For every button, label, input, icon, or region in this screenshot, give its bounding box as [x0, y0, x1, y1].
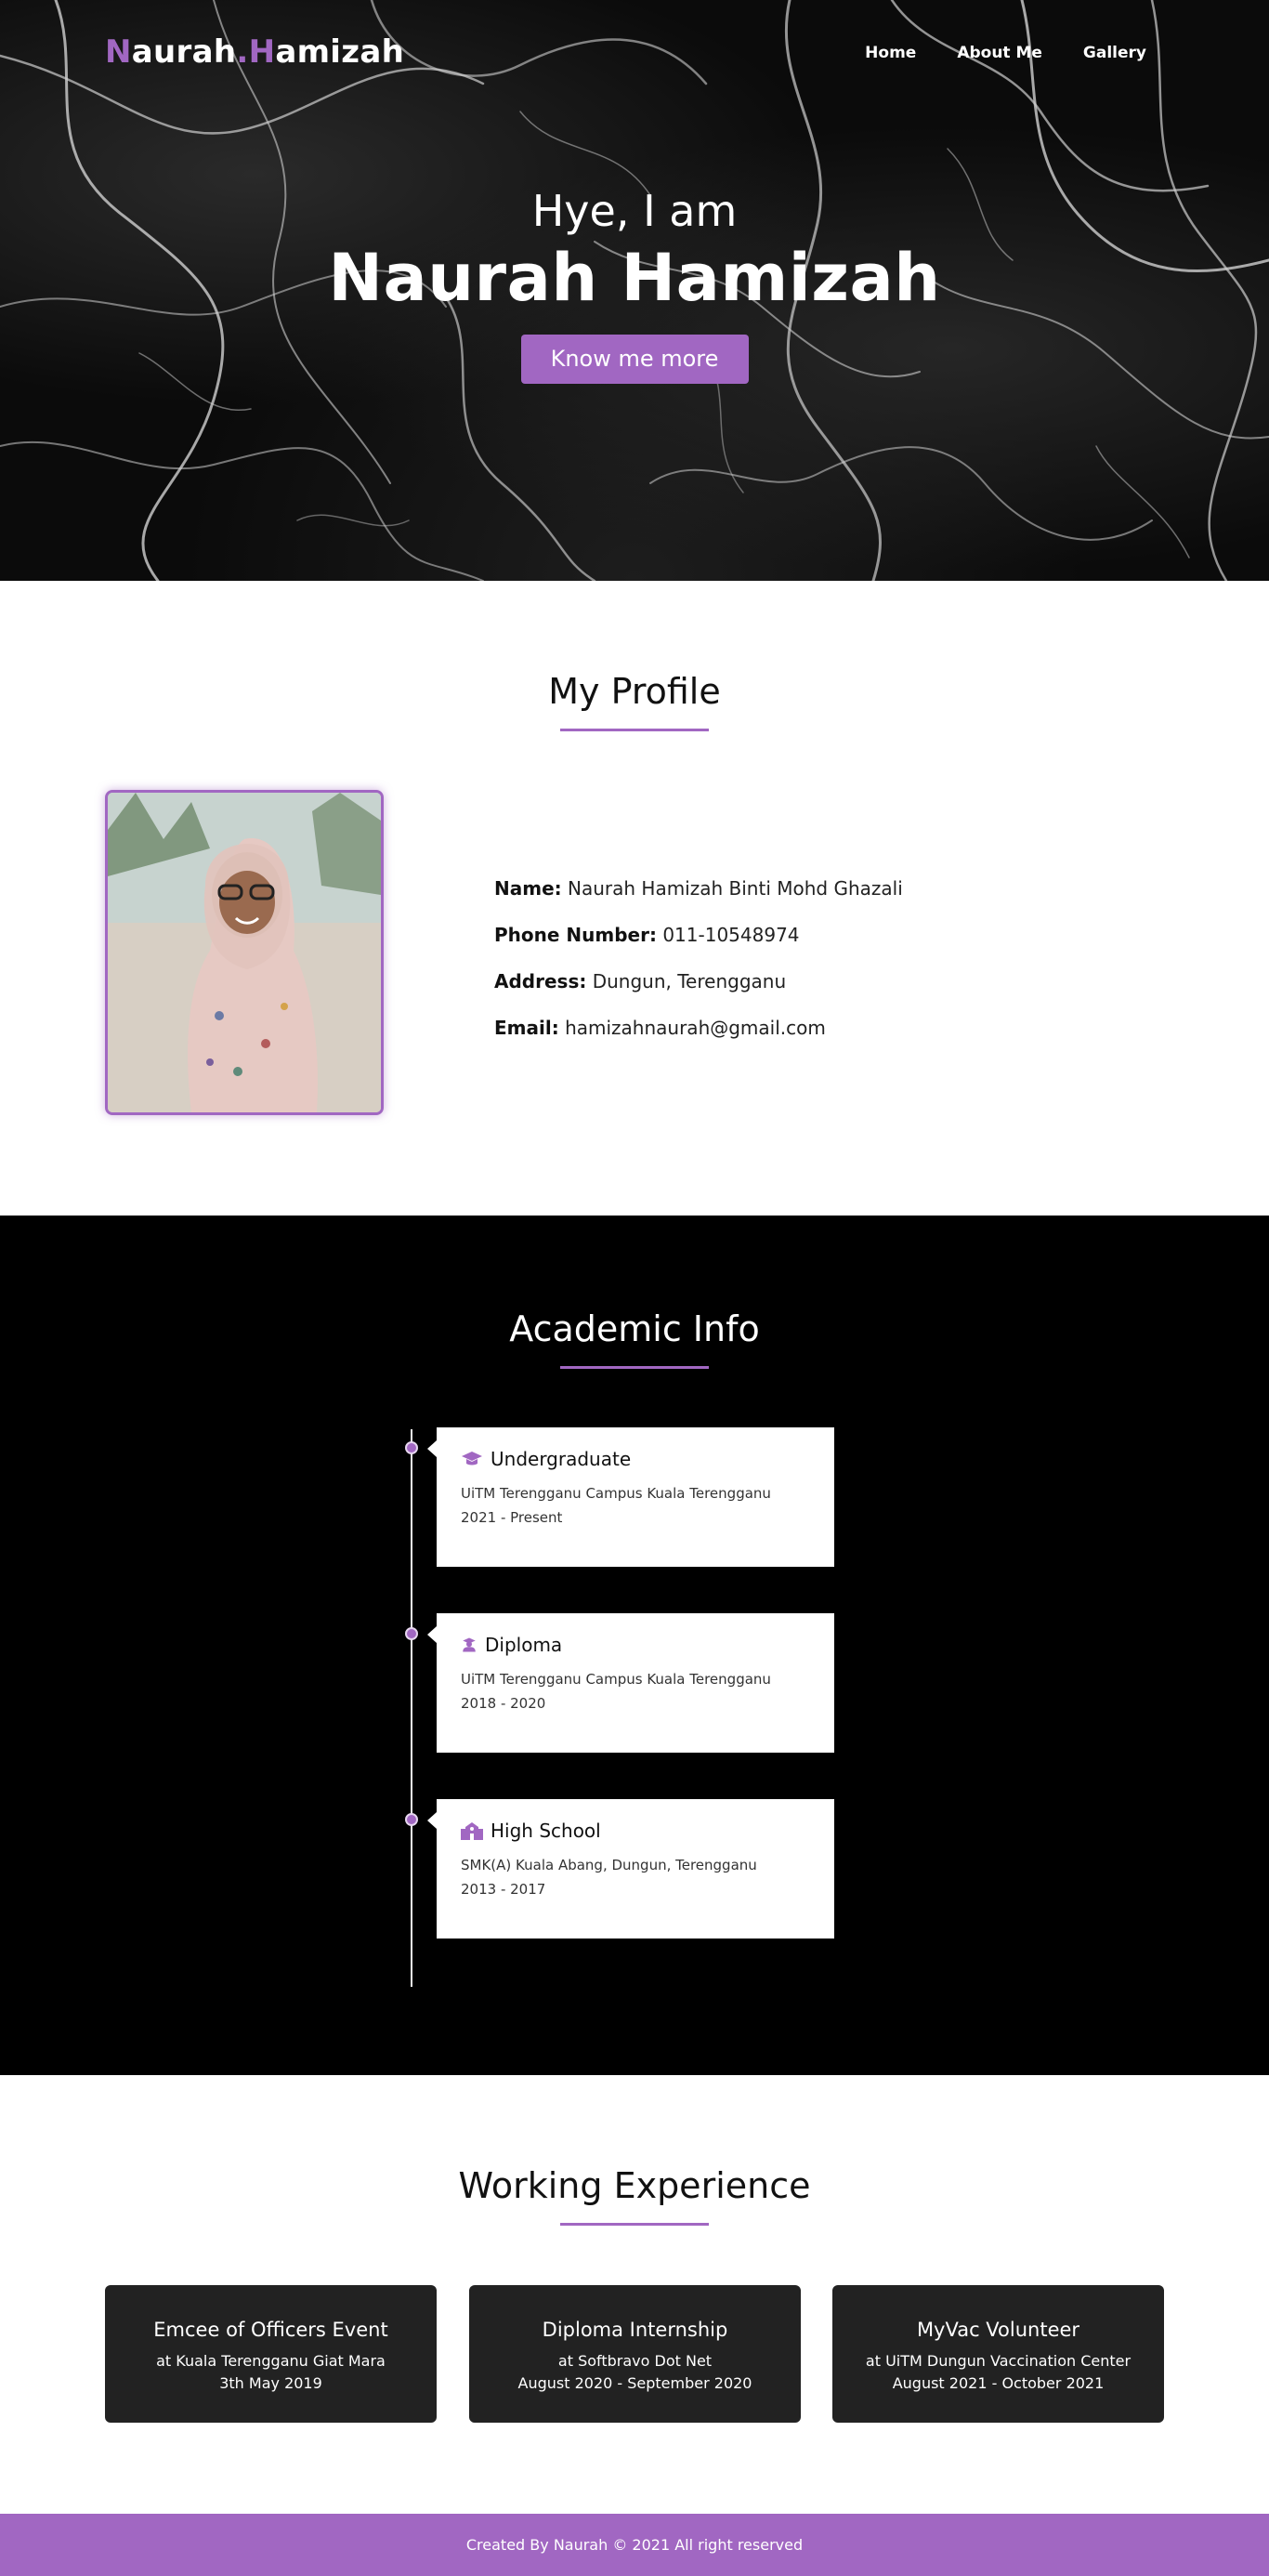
hero-section: Naurah.Hamizah Home About Me Gallery Hye… [0, 0, 1269, 581]
title-underline [560, 729, 709, 731]
work-card: Diploma Internship at Softbravo Dot Net … [469, 2285, 801, 2423]
navbar: Naurah.Hamizah Home About Me Gallery [0, 0, 1269, 112]
academic-card-title-text: Undergraduate [491, 1448, 632, 1470]
academic-card-years: 2021 - Present [461, 1509, 563, 1526]
work-card-date: 3th May 2019 [219, 2374, 322, 2392]
site-logo[interactable]: Naurah.Hamizah [105, 33, 404, 71]
nav-link-gallery[interactable]: Gallery [1083, 44, 1146, 62]
work-title: Working Experience [458, 2165, 811, 2206]
profile-section: My Profile Name: Naurah Hamizah Binti Mo… [0, 581, 1269, 1216]
profile-title: My Profile [548, 671, 721, 712]
work-card-title: Emcee of Officers Event [153, 2319, 388, 2341]
profile-email-label: Email: [494, 1017, 559, 1039]
logo-text-first: aurah [131, 33, 237, 71]
timeline-dot [405, 1813, 418, 1826]
logo-initial-h: H [248, 33, 276, 71]
work-card-place: at Kuala Terengganu Giat Mara [156, 2352, 386, 2370]
timeline-dot [405, 1441, 418, 1454]
profile-email-row: Email: hamizahnaurah@gmail.com [494, 1016, 903, 1040]
site-footer: Created By Naurah © 2021 All right reser… [0, 2514, 1269, 2576]
profile-email-value: hamizahnaurah@gmail.com [565, 1017, 826, 1039]
academic-card-place: UiTM Terengganu Campus Kuala Terengganu [461, 1671, 771, 1688]
nav-link-home[interactable]: Home [865, 44, 916, 62]
profile-address-label: Address: [494, 970, 587, 992]
graduation-cap-icon [462, 1452, 482, 1465]
academic-card-diploma: Diploma UiTM Terengganu Campus Kuala Ter… [427, 1613, 834, 1753]
profile-name-value: Naurah Hamizah Binti Mohd Ghazali [568, 877, 903, 900]
profile-phone-label: Phone Number: [494, 924, 657, 946]
work-card-title: Diploma Internship [542, 2319, 728, 2341]
know-me-more-button[interactable]: Know me more [520, 335, 749, 384]
work-card-details: at Kuala Terengganu Giat Mara 3th May 20… [105, 2350, 437, 2395]
profile-phone-row: Phone Number: 011-10548974 [494, 923, 903, 947]
timeline-dot [405, 1627, 418, 1640]
academic-card-years: 2018 - 2020 [461, 1695, 546, 1712]
hero-text: Hye, I am Naurah Hamizah Know me more [0, 186, 1269, 384]
academic-card-title-text: Diploma [485, 1634, 563, 1656]
academic-card-details: SMK(A) Kuala Abang, Dungun, Terengganu 2… [461, 1853, 810, 1901]
nav-link-about-me[interactable]: About Me [957, 44, 1042, 62]
logo-initial-n: N [105, 33, 132, 71]
academic-card-title: High School [461, 1820, 810, 1842]
work-card-details: at Softbravo Dot Net August 2020 - Septe… [469, 2350, 801, 2395]
profile-address-row: Address: Dungun, Terengganu [494, 969, 903, 993]
profile-phone-value: 011-10548974 [662, 924, 800, 946]
academic-card-years: 2013 - 2017 [461, 1881, 546, 1898]
work-section: Working Experience Emcee of Officers Eve… [0, 2075, 1269, 2514]
work-card-place: at Softbravo Dot Net [557, 2352, 713, 2370]
work-card-date: August 2021 - October 2021 [892, 2374, 1105, 2392]
hero-name: Naurah Hamizah [328, 240, 941, 316]
academic-card-title: Undergraduate [461, 1448, 810, 1470]
academic-title: Academic Info [509, 1308, 760, 1349]
academic-card-place: UiTM Terengganu Campus Kuala Terengganu [461, 1485, 771, 1502]
profile-photo [105, 790, 384, 1115]
profile-info: Name: Naurah Hamizah Binti Mohd Ghazali … [494, 876, 903, 1062]
user-graduate-icon [463, 1637, 476, 1652]
academic-card-details: UiTM Terengganu Campus Kuala Terengganu … [461, 1667, 810, 1715]
logo-dot: . [236, 33, 249, 71]
profile-name-row: Name: Naurah Hamizah Binti Mohd Ghazali [494, 876, 903, 900]
main-nav: Home About Me Gallery [865, 44, 1146, 62]
hero-greeting: Hye, I am [531, 186, 738, 236]
academic-section: Academic Info Undergraduate UiTM Terengg… [0, 1216, 1269, 2075]
logo-text-last: amizah [275, 33, 405, 71]
title-underline [560, 1366, 709, 1369]
academic-card-title-text: High School [491, 1820, 601, 1842]
timeline-line [411, 1429, 412, 1987]
academic-card-undergraduate: Undergraduate UiTM Terengganu Campus Kua… [427, 1427, 834, 1567]
academic-card-place: SMK(A) Kuala Abang, Dungun, Terengganu [461, 1857, 757, 1873]
academic-card-details: UiTM Terengganu Campus Kuala Terengganu … [461, 1481, 810, 1530]
profile-address-value: Dungun, Terengganu [592, 970, 787, 992]
academic-card-title: Diploma [461, 1634, 810, 1656]
work-card: Emcee of Officers Event at Kuala Terengg… [105, 2285, 437, 2423]
academic-card-high-school: High School SMK(A) Kuala Abang, Dungun, … [427, 1799, 834, 1939]
work-card-details: at UiTM Dungun Vaccination Center August… [832, 2350, 1164, 2395]
work-card-place: at UiTM Dungun Vaccination Center [865, 2352, 1132, 2370]
profile-name-label: Name: [494, 877, 562, 900]
school-icon [461, 1822, 483, 1840]
work-card: MyVac Volunteer at UiTM Dungun Vaccinati… [832, 2285, 1164, 2423]
work-card-title: MyVac Volunteer [916, 2319, 1080, 2341]
work-card-date: August 2020 - September 2020 [517, 2374, 752, 2392]
title-underline [560, 2223, 709, 2226]
footer-text: Created By Naurah © 2021 All right reser… [465, 2536, 804, 2554]
